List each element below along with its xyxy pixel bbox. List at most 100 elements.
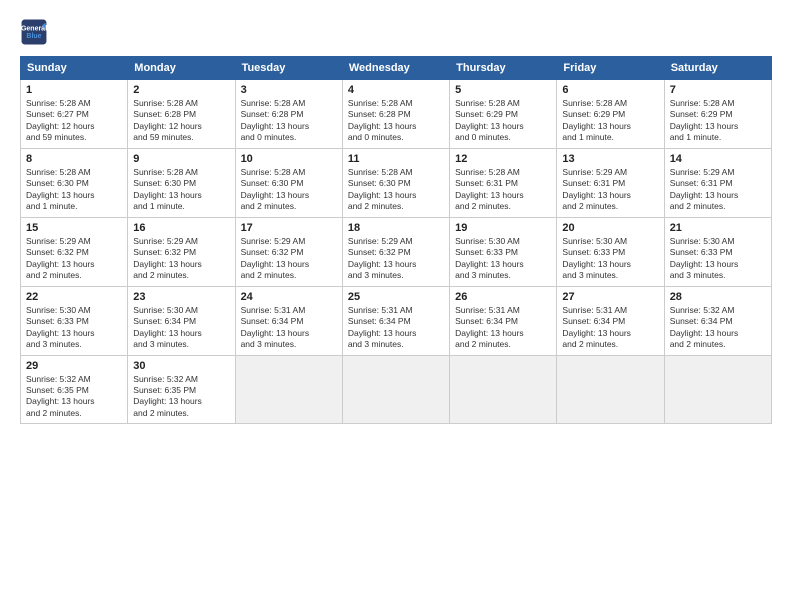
day-info: Sunrise: 5:28 AMSunset: 6:31 PMDaylight:… [455, 167, 551, 213]
calendar-cell: 29 Sunrise: 5:32 AMSunset: 6:35 PMDayligh… [21, 355, 128, 424]
calendar-cell: 17 Sunrise: 5:29 AMSunset: 6:32 PMDayligh… [235, 217, 342, 286]
day-number: 21 [670, 222, 766, 234]
calendar-week-row: 15Sunrise: 5:29 AMSunset: 6:32 PMDayligh… [21, 217, 772, 286]
weekday-header-thursday: Thursday [450, 57, 557, 80]
day-number: 2 [133, 84, 229, 96]
calendar-week-row: 8 Sunrise: 5:28 AMSunset: 6:30 PMDaylight… [21, 148, 772, 217]
day-info: Sunrise: 5:30 AMSunset: 6:33 PMDaylight:… [26, 305, 122, 351]
calendar-cell: 6 Sunrise: 5:28 AMSunset: 6:29 PMDaylight… [557, 80, 664, 149]
calendar-cell: 11 Sunrise: 5:28 AMSunset: 6:30 PMDayligh… [342, 148, 449, 217]
calendar-cell: 19 Sunrise: 5:30 AMSunset: 6:33 PMDayligh… [450, 217, 557, 286]
day-number: 12 [455, 153, 551, 165]
weekday-header-monday: Monday [128, 57, 235, 80]
calendar-week-row: 29 Sunrise: 5:32 AMSunset: 6:35 PMDayligh… [21, 355, 772, 424]
day-number: 17 [241, 222, 337, 234]
day-info: Sunrise: 5:28 AMSunset: 6:28 PMDaylight:… [133, 98, 229, 144]
day-number: 26 [455, 291, 551, 303]
calendar-cell: 28 Sunrise: 5:32 AMSunset: 6:34 PMDayligh… [664, 286, 771, 355]
day-info: Sunrise: 5:28 AMSunset: 6:28 PMDaylight:… [348, 98, 444, 144]
weekday-header-saturday: Saturday [664, 57, 771, 80]
day-number: 14 [670, 153, 766, 165]
calendar-cell: 24Sunrise: 5:31 AMSunset: 6:34 PMDayligh… [235, 286, 342, 355]
calendar-cell: 15Sunrise: 5:29 AMSunset: 6:32 PMDayligh… [21, 217, 128, 286]
day-number: 13 [562, 153, 658, 165]
svg-text:Blue: Blue [26, 33, 41, 40]
weekday-header-wednesday: Wednesday [342, 57, 449, 80]
calendar-cell: 22 Sunrise: 5:30 AMSunset: 6:33 PMDayligh… [21, 286, 128, 355]
day-info: Sunrise: 5:28 AMSunset: 6:30 PMDaylight:… [26, 167, 122, 213]
day-number: 20 [562, 222, 658, 234]
calendar-cell: 23 Sunrise: 5:30 AMSunset: 6:34 PMDayligh… [128, 286, 235, 355]
calendar-cell: 7Sunrise: 5:28 AMSunset: 6:29 PMDaylight… [664, 80, 771, 149]
logo-icon: General Blue [20, 18, 48, 46]
day-number: 28 [670, 291, 766, 303]
day-info: Sunrise: 5:29 AMSunset: 6:32 PMDaylight:… [348, 236, 444, 282]
calendar-cell: 16 Sunrise: 5:29 AMSunset: 6:32 PMDayligh… [128, 217, 235, 286]
page: General Blue SundayMondayTuesdayWednesda… [0, 0, 792, 612]
calendar-cell [664, 355, 771, 424]
day-info: Sunrise: 5:32 AMSunset: 6:35 PMDaylight:… [26, 374, 122, 420]
day-number: 1 [26, 84, 122, 96]
day-number: 29 [26, 360, 122, 372]
day-info: Sunrise: 5:28 AMSunset: 6:30 PMDaylight:… [348, 167, 444, 213]
day-number: 5 [455, 84, 551, 96]
day-info: Sunrise: 5:28 AMSunset: 6:29 PMDaylight:… [670, 98, 766, 144]
calendar-cell: 25 Sunrise: 5:31 AMSunset: 6:34 PMDayligh… [342, 286, 449, 355]
calendar-cell: 26 Sunrise: 5:31 AMSunset: 6:34 PMDayligh… [450, 286, 557, 355]
day-number: 3 [241, 84, 337, 96]
calendar-cell: 27 Sunrise: 5:31 AMSunset: 6:34 PMDayligh… [557, 286, 664, 355]
calendar-table: SundayMondayTuesdayWednesdayThursdayFrid… [20, 56, 772, 424]
day-info: Sunrise: 5:29 AMSunset: 6:32 PMDaylight:… [26, 236, 122, 282]
weekday-header-tuesday: Tuesday [235, 57, 342, 80]
calendar-cell: 14 Sunrise: 5:29 AMSunset: 6:31 PMDayligh… [664, 148, 771, 217]
calendar-week-row: 1Sunrise: 5:28 AMSunset: 6:27 PMDaylight… [21, 80, 772, 149]
day-number: 6 [562, 84, 658, 96]
day-number: 25 [348, 291, 444, 303]
calendar-cell: 5 Sunrise: 5:28 AMSunset: 6:29 PMDaylight… [450, 80, 557, 149]
day-info: Sunrise: 5:28 AMSunset: 6:28 PMDaylight:… [241, 98, 337, 144]
day-info: Sunrise: 5:29 AMSunset: 6:31 PMDaylight:… [562, 167, 658, 213]
day-info: Sunrise: 5:31 AMSunset: 6:34 PMDaylight:… [348, 305, 444, 351]
weekday-header-row: SundayMondayTuesdayWednesdayThursdayFrid… [21, 57, 772, 80]
day-number: 30 [133, 360, 229, 372]
day-info: Sunrise: 5:28 AMSunset: 6:29 PMDaylight:… [455, 98, 551, 144]
day-number: 10 [241, 153, 337, 165]
day-info: Sunrise: 5:32 AMSunset: 6:35 PMDaylight:… [133, 374, 229, 420]
day-info: Sunrise: 5:30 AMSunset: 6:33 PMDaylight:… [455, 236, 551, 282]
calendar-body: 1Sunrise: 5:28 AMSunset: 6:27 PMDaylight… [21, 80, 772, 424]
day-info: Sunrise: 5:30 AMSunset: 6:33 PMDaylight:… [670, 236, 766, 282]
day-info: Sunrise: 5:30 AMSunset: 6:34 PMDaylight:… [133, 305, 229, 351]
calendar-cell: 21 Sunrise: 5:30 AMSunset: 6:33 PMDayligh… [664, 217, 771, 286]
logo: General Blue [20, 18, 48, 46]
calendar-cell [342, 355, 449, 424]
day-info: Sunrise: 5:31 AMSunset: 6:34 PMDaylight:… [455, 305, 551, 351]
calendar-cell: 1Sunrise: 5:28 AMSunset: 6:27 PMDaylight… [21, 80, 128, 149]
day-number: 23 [133, 291, 229, 303]
day-info: Sunrise: 5:31 AMSunset: 6:34 PMDaylight:… [562, 305, 658, 351]
weekday-header-friday: Friday [557, 57, 664, 80]
calendar-cell [235, 355, 342, 424]
calendar-cell [557, 355, 664, 424]
day-number: 4 [348, 84, 444, 96]
calendar-cell: 3 Sunrise: 5:28 AMSunset: 6:28 PMDaylight… [235, 80, 342, 149]
day-info: Sunrise: 5:32 AMSunset: 6:34 PMDaylight:… [670, 305, 766, 351]
day-number: 9 [133, 153, 229, 165]
calendar-cell: 4 Sunrise: 5:28 AMSunset: 6:28 PMDaylight… [342, 80, 449, 149]
calendar-cell: 2 Sunrise: 5:28 AMSunset: 6:28 PMDaylight… [128, 80, 235, 149]
day-info: Sunrise: 5:30 AMSunset: 6:33 PMDaylight:… [562, 236, 658, 282]
day-number: 11 [348, 153, 444, 165]
day-number: 16 [133, 222, 229, 234]
day-number: 27 [562, 291, 658, 303]
day-info: Sunrise: 5:29 AMSunset: 6:31 PMDaylight:… [670, 167, 766, 213]
day-info: Sunrise: 5:29 AMSunset: 6:32 PMDaylight:… [133, 236, 229, 282]
calendar-cell [450, 355, 557, 424]
calendar-cell: 8 Sunrise: 5:28 AMSunset: 6:30 PMDaylight… [21, 148, 128, 217]
weekday-header-sunday: Sunday [21, 57, 128, 80]
day-info: Sunrise: 5:29 AMSunset: 6:32 PMDaylight:… [241, 236, 337, 282]
day-number: 19 [455, 222, 551, 234]
day-number: 22 [26, 291, 122, 303]
day-number: 8 [26, 153, 122, 165]
day-info: Sunrise: 5:28 AMSunset: 6:29 PMDaylight:… [562, 98, 658, 144]
calendar-week-row: 22 Sunrise: 5:30 AMSunset: 6:33 PMDayligh… [21, 286, 772, 355]
calendar-cell: 20 Sunrise: 5:30 AMSunset: 6:33 PMDayligh… [557, 217, 664, 286]
